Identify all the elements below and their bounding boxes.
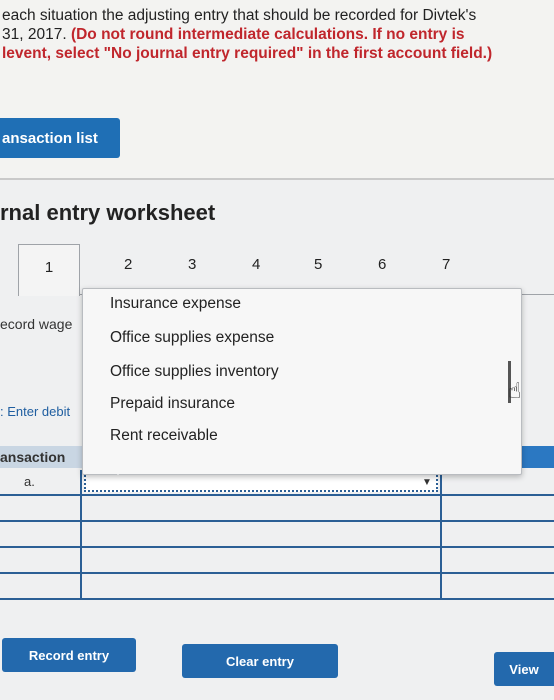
- chevron-down-icon[interactable]: ▼: [418, 474, 436, 490]
- dropdown-option[interactable]: Insurance expense: [110, 295, 241, 313]
- dropdown-option[interactable]: Office supplies expense: [110, 329, 274, 347]
- column-separator: [440, 548, 442, 574]
- table-row: [0, 522, 554, 548]
- tab-4[interactable]: 4: [252, 256, 260, 273]
- column-separator: [440, 522, 442, 548]
- column-separator: [440, 496, 442, 522]
- tab-6[interactable]: 6: [378, 256, 386, 273]
- instruction-line-3-red: levent, select "No journal entry require…: [2, 45, 493, 62]
- table-row: [0, 574, 554, 600]
- view-general-journal-button[interactable]: View: [494, 652, 554, 686]
- table-row: [0, 496, 554, 522]
- dropdown-option[interactable]: Prepaid insurance: [110, 395, 235, 413]
- enter-debit-label: : Enter debit: [0, 404, 71, 419]
- tab-1[interactable]: 1: [18, 244, 80, 296]
- dropdown-caret: [112, 469, 124, 475]
- tab-2[interactable]: 2: [124, 256, 132, 273]
- instructions-panel: each situation the adjusting entry that …: [0, 0, 554, 178]
- account-select[interactable]: ▼: [84, 472, 438, 492]
- column-separator: [440, 574, 442, 600]
- transaction-cell: [0, 574, 82, 600]
- table-row: [0, 548, 554, 574]
- view-transaction-list-button[interactable]: ansaction list: [0, 118, 120, 158]
- instruction-line-2: 31, 2017.: [2, 26, 71, 43]
- tab-3[interactable]: 3: [188, 256, 196, 273]
- account-dropdown-list[interactable]: Insurance expense Office supplies expens…: [82, 288, 522, 475]
- dropdown-option[interactable]: Office supplies inventory: [110, 363, 279, 381]
- transaction-cell: [0, 548, 82, 574]
- hand-cursor-icon: ☝: [508, 378, 522, 403]
- instruction-line-2-red: (Do not round intermediate calculations.…: [70, 26, 465, 43]
- entry-tabs: 1 2 3 4 5 6 7: [0, 244, 554, 296]
- clear-entry-button[interactable]: Clear entry: [182, 644, 338, 678]
- tab-5[interactable]: 5: [314, 256, 322, 273]
- instructions-text: each situation the adjusting entry that …: [2, 6, 554, 63]
- transaction-header-label: ansaction: [0, 449, 66, 465]
- worksheet-title: rnal entry worksheet: [0, 200, 216, 225]
- instruction-line-1: each situation the adjusting entry that …: [2, 7, 477, 24]
- transaction-cell: [0, 496, 82, 522]
- tab-7[interactable]: 7: [442, 256, 450, 273]
- dropdown-option[interactable]: Rent receivable: [110, 427, 218, 445]
- transaction-cell: [0, 522, 82, 548]
- record-wage-label: ecord wage: [0, 316, 73, 332]
- transaction-cell: a.: [0, 470, 82, 496]
- record-entry-button[interactable]: Record entry: [2, 638, 136, 672]
